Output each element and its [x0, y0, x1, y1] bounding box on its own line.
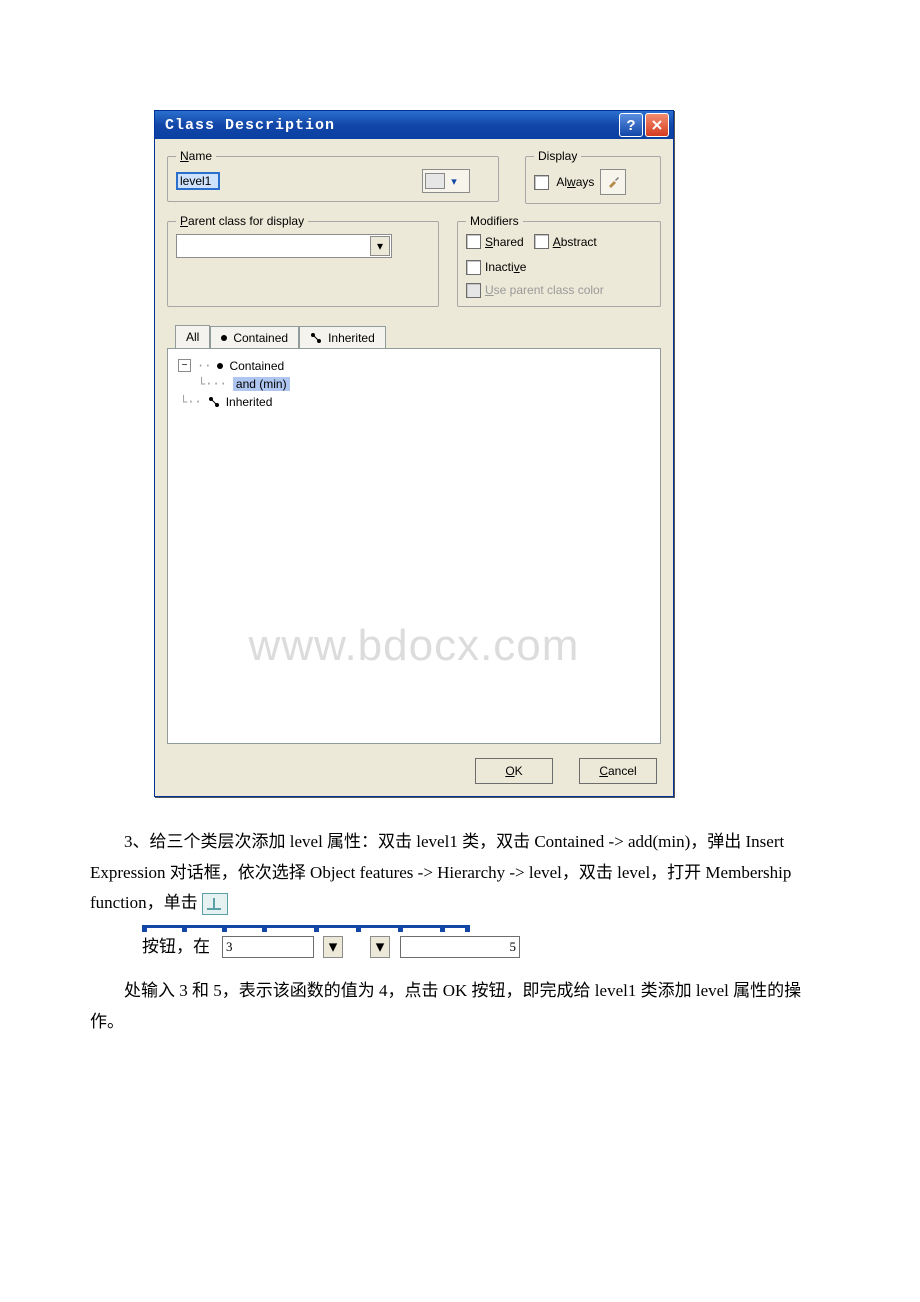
shared-checkbox[interactable]	[466, 234, 481, 249]
help-button[interactable]: ?	[619, 113, 643, 137]
inherit-icon	[310, 332, 322, 344]
membership-button-icon	[202, 893, 228, 915]
collapse-icon[interactable]: −	[178, 359, 191, 372]
func-left-value: 3	[226, 935, 233, 958]
display-settings-button[interactable]	[600, 169, 626, 195]
use-parent-color-checkbox	[466, 283, 481, 298]
tab-all[interactable]: All	[175, 325, 210, 348]
tab-contained[interactable]: Contained	[210, 326, 299, 349]
name-legend: Name	[176, 149, 216, 163]
parent-class-group: Parent class for display ▾	[167, 214, 439, 307]
tree-label: Contained	[229, 359, 284, 373]
shared-label: Shared	[485, 235, 524, 249]
func-right-value: 5	[510, 935, 517, 958]
tree-node-contained[interactable]: − ·· Contained	[178, 357, 650, 375]
modifiers-legend: Modifiers	[466, 214, 523, 228]
brush-icon	[606, 175, 620, 189]
tree-panel[interactable]: − ·· Contained └··· and (min) └·· Inheri…	[167, 348, 661, 744]
tab-inherited[interactable]: Inherited	[299, 326, 386, 349]
tree-node-inherited[interactable]: └·· Inherited	[178, 393, 650, 411]
chevron-down-icon: ▾	[370, 236, 390, 256]
tab-inherited-label: Inherited	[328, 331, 375, 345]
tab-all-label: All	[186, 330, 199, 344]
abstract-checkbox[interactable]	[534, 234, 549, 249]
tree-label: Inherited	[226, 395, 273, 409]
tabs-bar: All Contained Inherited	[167, 325, 661, 348]
cancel-button[interactable]: Cancel	[579, 758, 657, 784]
dialog-title: Class Description	[165, 117, 617, 134]
function-strip: 按钮，在 3 ▾ ▾ 5	[142, 925, 830, 963]
color-picker[interactable]: ▾	[422, 169, 470, 193]
chevron-down-icon[interactable]: ▾	[323, 936, 343, 958]
paragraph-3: 处输入 3 和 5，表示该函数的值为 4，点击 OK 按钮，即完成给 level…	[90, 981, 801, 1031]
tree-connector-icon: └···	[198, 377, 227, 391]
display-legend: Display	[534, 149, 581, 163]
class-description-dialog: Class Description ? Name ▾	[154, 110, 674, 797]
button-in-label: 按钮，在	[142, 932, 210, 963]
use-parent-color-label: Use parent class color	[485, 283, 604, 297]
titlebar[interactable]: Class Description ?	[155, 111, 673, 139]
document-body: 3、给三个类层次添加 level 属性：双击 level1 类，双击 Conta…	[90, 827, 830, 1038]
func-right-input[interactable]: 5	[400, 936, 520, 958]
chevron-down-icon: ▾	[447, 174, 461, 188]
dot-icon	[221, 335, 227, 341]
name-input[interactable]	[176, 172, 220, 190]
tree-label-selected: and (min)	[233, 377, 290, 391]
name-group: Name ▾	[167, 149, 499, 202]
always-checkbox[interactable]	[534, 175, 549, 190]
tree-connector-icon: └··	[180, 395, 202, 409]
ok-button[interactable]: OK	[475, 758, 553, 784]
close-icon	[651, 119, 663, 131]
color-swatch-icon	[425, 173, 445, 189]
parent-legend: Parent class for display	[176, 214, 308, 228]
always-label: Always	[556, 175, 594, 189]
inactive-label: Inactive	[485, 260, 526, 274]
func-left-input[interactable]: 3	[222, 936, 314, 958]
tab-contained-label: Contained	[233, 331, 288, 345]
dot-icon	[217, 363, 223, 369]
tree-connector-icon: ··	[197, 359, 211, 373]
parent-class-combo[interactable]: ▾	[176, 234, 392, 258]
chevron-down-icon[interactable]: ▾	[370, 936, 390, 958]
paragraph-1: 3、给三个类层次添加 level 属性：双击 level1 类，双击 Conta…	[90, 832, 791, 912]
modifiers-group: Modifiers Shared Abstract Inactive Use p…	[457, 214, 661, 307]
abstract-label: Abstract	[553, 235, 597, 249]
watermark-text: www.bdocx.com	[168, 621, 660, 671]
tree-node-andmin[interactable]: └··· and (min)	[178, 375, 650, 393]
inherit-icon	[208, 396, 220, 408]
display-group: Display Always	[525, 149, 661, 204]
inactive-checkbox[interactable]	[466, 260, 481, 275]
close-button[interactable]	[645, 113, 669, 137]
